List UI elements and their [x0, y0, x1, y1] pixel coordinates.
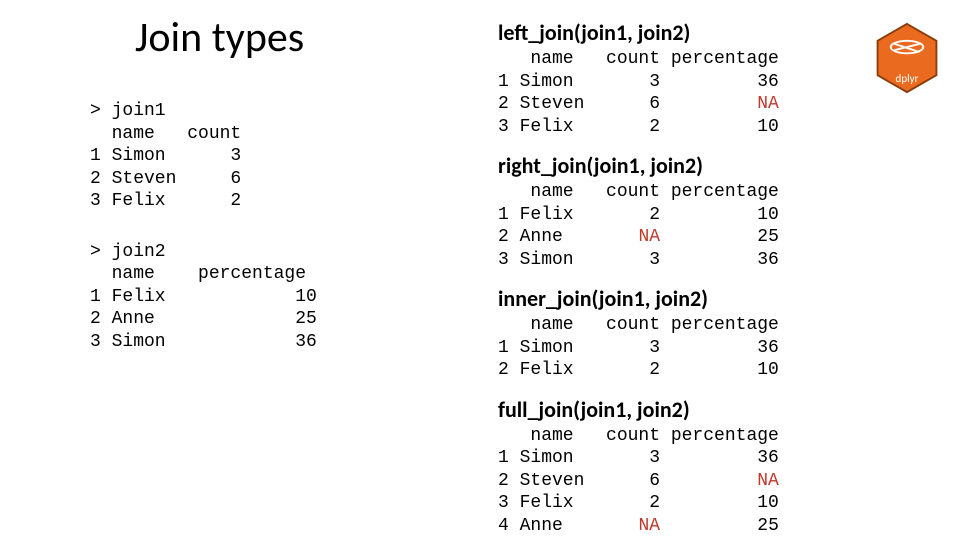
- inner-join-title: inner_join(join1, join2): [498, 285, 858, 312]
- right-join-title: right_join(join1, join2): [498, 152, 858, 179]
- na-value: NA: [757, 94, 779, 114]
- table-row: 1 Simon 3 36: [498, 447, 858, 470]
- dplyr-logo: dplyr: [872, 22, 942, 107]
- join2-prompt: > join2: [90, 241, 440, 264]
- table-row: 3 Felix 2: [90, 190, 440, 213]
- input-frames: > join1 name count 1 Simon 3 2 Steven 6 …: [90, 100, 440, 381]
- table-row: 1 Simon 3: [90, 145, 440, 168]
- logo-label: dplyr: [872, 72, 942, 85]
- inner-join-header: name count percentage: [498, 314, 858, 337]
- full-join-header: name count percentage: [498, 425, 858, 448]
- na-value: NA: [757, 471, 779, 491]
- table-row: 2 Anne 25: [90, 308, 440, 331]
- table-row: 1 Simon 3 36: [498, 337, 858, 360]
- na-value: NA: [638, 516, 660, 536]
- table-row: 3 Felix 2 10: [498, 492, 858, 515]
- table-row: 3 Felix 2 10: [498, 116, 858, 139]
- table-row: 1 Felix 2 10: [498, 204, 858, 227]
- table-row: 4 Anne NA 25: [498, 515, 858, 538]
- join1-header: name count: [90, 123, 440, 146]
- inner-join-block: inner_join(join1, join2) name count perc…: [498, 285, 858, 382]
- left-join-title: left_join(join1, join2): [498, 19, 858, 46]
- left-join-block: left_join(join1, join2) name count perce…: [498, 19, 858, 138]
- join1-block: > join1 name count 1 Simon 3 2 Steven 6 …: [90, 100, 440, 213]
- right-join-block: right_join(join1, join2) name count perc…: [498, 152, 858, 271]
- join2-block: > join2 name percentage 1 Felix 10 2 Ann…: [90, 241, 440, 354]
- table-row: 2 Anne NA 25: [498, 226, 858, 249]
- table-row: 3 Simon 36: [90, 331, 440, 354]
- page-title: Join types: [135, 12, 304, 63]
- join-results: left_join(join1, join2) name count perce…: [498, 5, 858, 537]
- table-row: 1 Felix 10: [90, 286, 440, 309]
- table-row: 3 Simon 3 36: [498, 249, 858, 272]
- table-row: 2 Steven 6: [90, 168, 440, 191]
- na-value: NA: [638, 227, 660, 247]
- full-join-title: full_join(join1, join2): [498, 396, 858, 423]
- table-row: 2 Steven 6 NA: [498, 470, 858, 493]
- join2-header: name percentage: [90, 263, 440, 286]
- table-row: 1 Simon 3 36: [498, 71, 858, 94]
- table-row: 2 Steven 6 NA: [498, 93, 858, 116]
- join1-prompt: > join1: [90, 100, 440, 123]
- full-join-block: full_join(join1, join2) name count perce…: [498, 396, 858, 538]
- right-join-header: name count percentage: [498, 181, 858, 204]
- left-join-header: name count percentage: [498, 48, 858, 71]
- table-row: 2 Felix 2 10: [498, 359, 858, 382]
